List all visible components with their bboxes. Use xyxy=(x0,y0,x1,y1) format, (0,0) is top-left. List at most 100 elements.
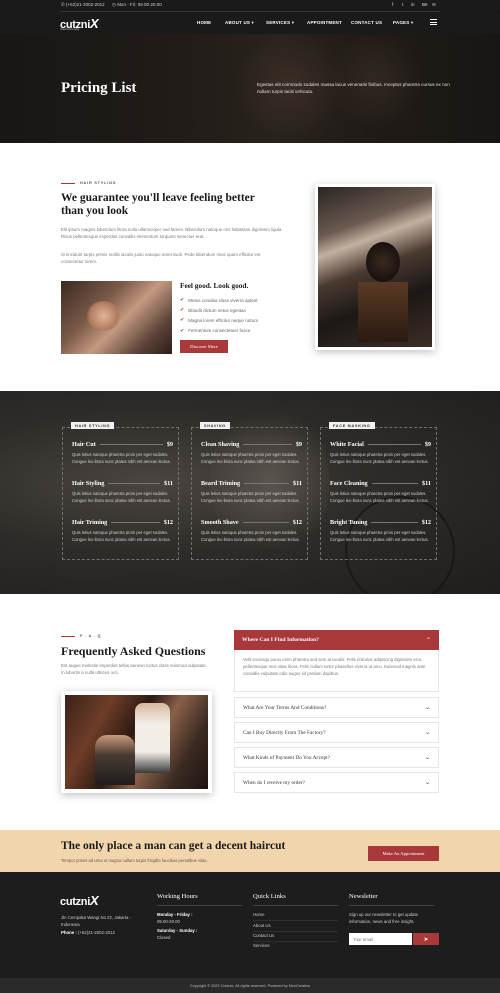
service-price: $11 xyxy=(164,480,173,487)
barber-shaving-photo xyxy=(61,281,172,354)
service-price: $11 xyxy=(422,480,431,487)
service-name: Bright Tuning xyxy=(330,519,368,526)
faq-item[interactable]: When do I receive my order? ⌄ xyxy=(234,772,439,793)
checklist-text: Fermentum consectetuer fusce xyxy=(188,328,251,334)
discover-more-button[interactable]: Discover More xyxy=(180,340,228,353)
checklist-text: Magna lorem efficitur neque rutrum xyxy=(188,317,259,323)
footer-link-contact-us[interactable]: Contact Us xyxy=(253,933,274,938)
footer-phone: Phone : (+62)21-2002-2012 xyxy=(61,929,115,936)
leader-line xyxy=(111,522,160,523)
phone-info: ✆ (+62)21-2002-2012 xyxy=(61,2,105,8)
copyright-text: Copyright © 2023 Cutznix, All rights res… xyxy=(189,983,311,988)
price-item: White Facial $9 Quis letius natoque pharet… xyxy=(330,441,431,466)
about-eyebrow: HAIR STYLING xyxy=(61,181,116,185)
phone-value: (+62)21-2002-2012 xyxy=(77,930,115,935)
price-item: Clean Shaving $9 Quis letius natoque phare… xyxy=(201,441,302,466)
price-item: Smooth Shave $12 Quis letius natoque phare… xyxy=(201,519,302,544)
check-icon: ✔ xyxy=(180,307,185,314)
email-icon[interactable]: ✉ xyxy=(432,2,436,8)
page-title: Pricing List xyxy=(61,80,137,96)
leader-line xyxy=(371,522,418,523)
service-description: Quis letius natoque pharetra proin per e… xyxy=(72,530,171,542)
service-description: Quis letius natoque pharetra proin per e… xyxy=(201,530,300,542)
pricing-card-shaving: SHAVING Clean Shaving $9 Quis letius natoq… xyxy=(191,422,308,560)
service-name: Beard Triming xyxy=(201,480,241,487)
check-icon: ✔ xyxy=(180,297,185,304)
footer-address: Jln Cempaka Wangi No 22, Jakarta - Indon… xyxy=(61,915,132,927)
pricing-card-hair-styling: HAIR STYLING Hair Cut $9 Quis letius natoq… xyxy=(62,422,179,560)
twitter-icon[interactable]: t xyxy=(402,2,403,7)
footer-link-home[interactable]: Home xyxy=(253,912,264,917)
service-name: Clean Shaving xyxy=(201,441,240,448)
hours-info: ◷ Mon - Fri: 09.00-20.00 xyxy=(112,2,162,8)
photo-detail xyxy=(366,242,400,282)
faq-item[interactable]: What Are Your Terms And Conditions? ⌄ xyxy=(234,697,439,718)
service-price: $9 xyxy=(295,441,302,448)
price-item: Hair Styling $11 Quis letius natoque phare… xyxy=(72,480,173,505)
hamburger-menu-icon[interactable] xyxy=(430,19,437,27)
about-paragraph-2: Si tincidunt turpis primis mollis iaculi… xyxy=(61,252,261,264)
service-price: $12 xyxy=(421,519,431,526)
leader-line xyxy=(99,444,163,445)
footer-logo[interactable]: cutzniX xyxy=(60,893,99,908)
nav-contact-us[interactable]: CONTACT US xyxy=(351,20,382,25)
site-logo[interactable]: cutzniX Classic barber & styling xyxy=(60,16,99,31)
weekend-hours: Closed xyxy=(157,935,171,940)
checklist-text: Blandit dictum netus egestas xyxy=(188,307,246,313)
service-price: $12 xyxy=(292,519,302,526)
service-name: Hair Cut xyxy=(72,441,96,448)
photo-detail xyxy=(95,735,135,785)
newsletter-text: Sign up our newsletter to get update inf… xyxy=(349,912,419,924)
faq-item[interactable]: Can I Buy Directly From The Factory? ⌄ xyxy=(234,722,439,743)
newsletter-email-input[interactable] xyxy=(349,933,412,945)
leader-line xyxy=(242,522,289,523)
newsletter-submit-button[interactable]: ➤ xyxy=(413,933,439,945)
service-name: Face Cleaning xyxy=(330,480,368,487)
price-item: Hair Cut $9 Quis letius natoque pharetra p… xyxy=(72,441,173,466)
divider xyxy=(253,931,338,932)
cta-text: Tempor primis ad urna ut magna nullam tu… xyxy=(61,858,208,863)
service-description: Quis letius natoque pharetra proin per e… xyxy=(72,452,171,464)
leader-line xyxy=(244,483,290,484)
service-description: Quis letius natoque pharetra proin per e… xyxy=(72,491,171,503)
footer-link-about-us[interactable]: About Us xyxy=(253,923,271,928)
nav-services[interactable]: SERVICES ▾ xyxy=(266,20,294,26)
checklist-item: ✔ Magna lorem efficitur neque rutrum xyxy=(180,315,258,325)
checklist-text: Metus conubia class viverra aptent xyxy=(188,297,258,303)
facebook-icon[interactable]: f xyxy=(392,2,393,7)
service-price: $12 xyxy=(163,519,173,526)
linkedin-icon[interactable]: in xyxy=(411,2,415,7)
weekend-label: Saturday - Sunday : xyxy=(157,928,198,933)
photo-detail xyxy=(135,703,170,773)
faq-item[interactable]: What Kinds of Payment Do You Accept? ⌄ xyxy=(234,747,439,768)
pricing-category-tag: SHAVING xyxy=(200,422,230,429)
service-name: Hair Triming xyxy=(72,519,108,526)
chevron-down-icon: ⌄ xyxy=(424,779,430,786)
divider xyxy=(253,941,338,942)
price-item: Hair Triming $12 Quis letius natoque phare… xyxy=(72,519,173,544)
phone-text: (+62)21-2002-2012 xyxy=(66,2,105,7)
footer-link-services[interactable]: Services xyxy=(253,943,269,948)
make-appointment-button[interactable]: Make An Appointment xyxy=(368,846,439,861)
service-description: Quis letius natoque pharetra proin per e… xyxy=(201,452,300,464)
service-description: Quis letius natoque pharetra proin per e… xyxy=(330,530,429,542)
divider xyxy=(253,920,338,921)
price-item: Face Cleaning $11 Quis letius natoque phar… xyxy=(330,480,431,505)
service-price: $9 xyxy=(424,441,431,448)
price-item: Bright Tuning $12 Quis letius natoque phar… xyxy=(330,519,431,544)
quick-links-title: Quick Links xyxy=(253,893,286,900)
chevron-down-icon: ⌄ xyxy=(424,754,430,761)
faq-question: What Kinds of Payment Do You Accept? xyxy=(243,754,330,761)
logo-x-mark: X xyxy=(89,16,99,31)
nav-pages[interactable]: PAGES ▾ xyxy=(393,20,413,26)
leader-line xyxy=(243,444,292,445)
faq-answer: Velit sociosqu purus enim pharetra sed s… xyxy=(234,650,439,692)
behance-icon[interactable]: Bē xyxy=(422,2,428,7)
nav-appointment[interactable]: APPOINTMENT xyxy=(307,20,342,25)
nav-about-us[interactable]: ABOUT US ▾ xyxy=(225,20,254,26)
faq-item-open-header[interactable]: Where Can I Find Information? ⌃ xyxy=(234,630,439,650)
nav-home[interactable]: HOME xyxy=(197,20,211,25)
chevron-down-icon: ⌄ xyxy=(424,704,430,711)
faq-intro: Est augue molestie imperdiet tellus aene… xyxy=(61,663,207,675)
pricing-category-tag: HAIR STYLING xyxy=(71,422,115,429)
